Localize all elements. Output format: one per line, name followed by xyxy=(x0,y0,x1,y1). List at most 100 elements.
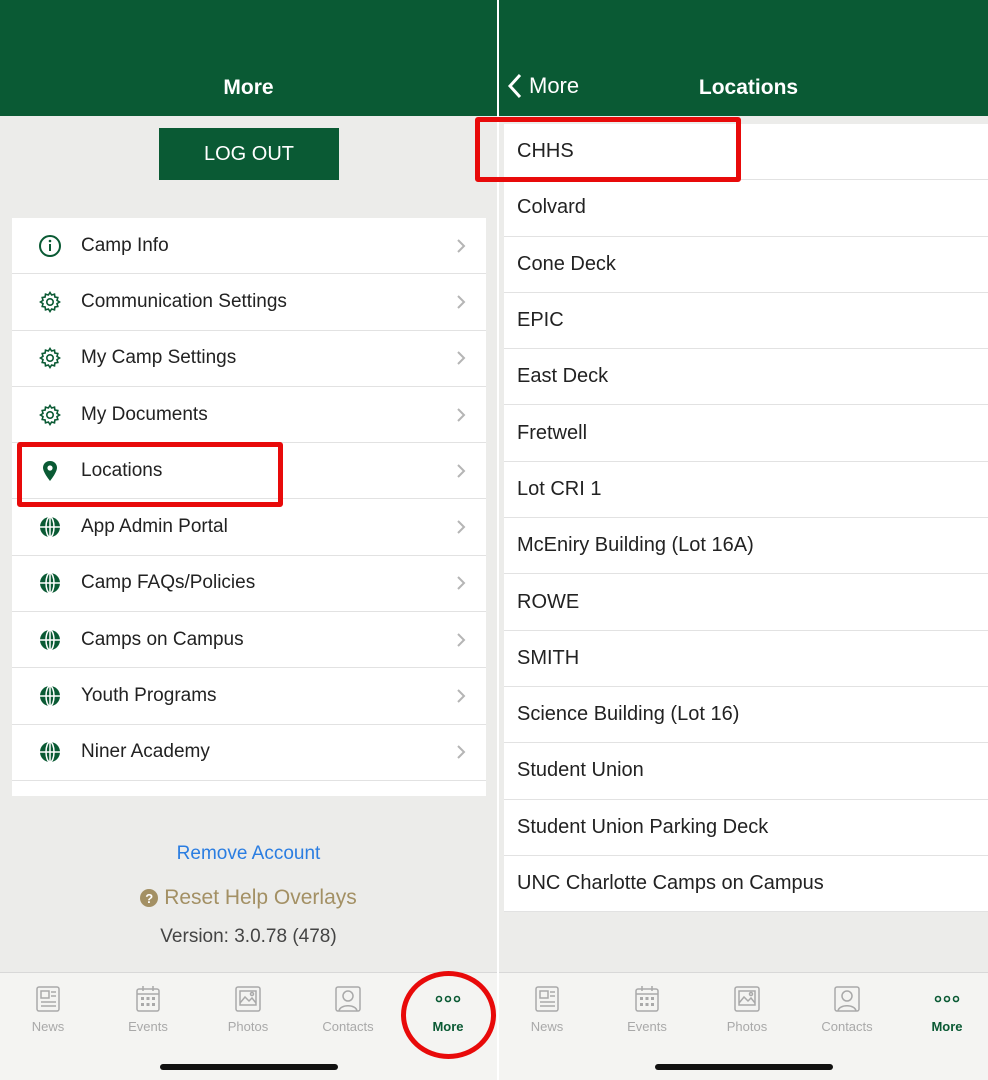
newspaper-icon xyxy=(36,986,60,1012)
location-item[interactable]: Lot CRI 1 xyxy=(504,462,988,519)
menu-item-label: App Admin Portal xyxy=(81,516,228,538)
chevron-right-icon xyxy=(457,351,466,365)
tab-news[interactable]: News xyxy=(3,983,93,1034)
location-item[interactable]: ROWE xyxy=(504,574,988,631)
home-indicator xyxy=(654,1064,833,1070)
menu-item-niner-academy[interactable]: Niner Academy xyxy=(12,725,486,781)
tab-label: Photos xyxy=(726,1019,768,1034)
tab-label: More xyxy=(931,1019,963,1034)
locations-list: CHHS Colvard Cone Deck EPIC East Deck Fr… xyxy=(504,124,988,913)
chevron-right-icon xyxy=(457,633,466,647)
globe-icon xyxy=(36,626,64,654)
info-icon xyxy=(36,232,64,260)
chevron-right-icon xyxy=(457,689,466,703)
contact-icon xyxy=(834,986,860,1012)
tab-photos[interactable]: Photos xyxy=(702,983,792,1034)
menu-item-label: My Camp Settings xyxy=(81,347,237,369)
chevron-right-icon xyxy=(457,520,466,534)
page-title: More xyxy=(223,76,274,99)
location-item[interactable]: Fretwell xyxy=(504,405,988,462)
reset-help-label: Reset Help Overlays xyxy=(164,886,357,909)
location-item[interactable]: EPIC xyxy=(504,293,988,350)
tab-contacts[interactable]: Contacts xyxy=(802,983,892,1034)
tab-contacts[interactable]: Contacts xyxy=(303,983,393,1034)
menu-item-app-admin-portal[interactable]: App Admin Portal xyxy=(12,499,486,556)
location-item[interactable]: Colvard xyxy=(504,180,988,237)
tab-label: News xyxy=(530,1019,564,1034)
contact-icon xyxy=(335,986,361,1012)
tab-more[interactable]: More xyxy=(902,983,988,1034)
menu-item-my-documents[interactable]: My Documents xyxy=(12,387,486,444)
chevron-right-icon xyxy=(457,238,466,253)
page-title: Locations xyxy=(698,76,799,99)
remove-account-link[interactable]: Remove Account xyxy=(0,843,497,865)
logout-button[interactable]: LOG OUT xyxy=(159,128,339,180)
menu-item-label: Camp Info xyxy=(81,234,169,256)
chevron-right-icon xyxy=(457,295,466,309)
chevron-right-icon xyxy=(457,464,466,478)
menu-item-camp-info[interactable]: Camp Info xyxy=(12,218,486,275)
more-dots-icon xyxy=(934,995,960,1003)
location-item[interactable]: SMITH xyxy=(504,631,988,687)
menu-item-label: Niner Academy xyxy=(81,741,210,763)
gear-icon xyxy=(36,288,64,316)
menu-item-label: Locations xyxy=(81,459,163,481)
question-circle-icon: ? xyxy=(140,889,159,907)
version-text: Version: 3.0.78 (478) xyxy=(160,926,337,947)
calendar-icon xyxy=(635,986,659,1012)
menu-item-my-camp-settings[interactable]: My Camp Settings xyxy=(12,331,486,387)
menu-item-label: Communication Settings xyxy=(81,290,287,312)
tab-events[interactable]: Events xyxy=(103,983,193,1034)
tab-label: Events xyxy=(627,1019,667,1034)
tab-news[interactable]: News xyxy=(502,983,592,1034)
tab-label: Photos xyxy=(227,1019,269,1034)
tab-events[interactable]: Events xyxy=(602,983,692,1034)
locations-screen: More Locations CHHS Colvard Cone Deck EP… xyxy=(499,0,988,1080)
menu-item-communication-settings[interactable]: Communication Settings xyxy=(12,274,486,331)
menu-item-locations[interactable]: Locations xyxy=(12,443,486,500)
gear-icon xyxy=(36,344,64,372)
menu-item-label: Camp FAQs/Policies xyxy=(81,572,256,594)
location-item[interactable]: Science Building (Lot 16) xyxy=(504,687,988,744)
tab-label: News xyxy=(31,1019,65,1034)
reset-help-overlays-link[interactable]: ? Reset Help Overlays xyxy=(0,886,497,910)
menu-item-camp-faqs-policies[interactable]: Camp FAQs/Policies xyxy=(12,556,486,613)
calendar-icon xyxy=(136,986,160,1012)
tab-more[interactable]: More xyxy=(403,983,493,1034)
location-item[interactable]: UNC Charlotte Camps on Campus xyxy=(504,856,988,913)
newspaper-icon xyxy=(535,986,559,1012)
location-item[interactable]: Cone Deck xyxy=(504,237,988,293)
more-menu: Camp Info Communication Settings My Camp… xyxy=(12,218,486,796)
more-dots-icon xyxy=(435,995,461,1003)
globe-icon xyxy=(36,738,64,766)
location-item[interactable]: East Deck xyxy=(504,349,988,406)
gear-icon xyxy=(36,401,64,429)
tab-photos[interactable]: Photos xyxy=(203,983,293,1034)
menu-item-camps-on-campus[interactable]: Camps on Campus xyxy=(12,612,486,669)
location-item[interactable]: McEniry Building (Lot 16A) xyxy=(504,518,988,575)
home-indicator xyxy=(159,1064,338,1070)
nav-header: More xyxy=(0,0,497,116)
tab-bar: News Events Photos Contacts More xyxy=(499,972,988,1080)
globe-icon xyxy=(36,513,64,541)
menu-item-label: Youth Programs xyxy=(81,685,217,707)
globe-icon xyxy=(36,682,64,710)
tab-label: Contacts xyxy=(821,1019,873,1034)
tab-bar: News Events Photos Contacts More xyxy=(0,972,497,1080)
photo-icon xyxy=(734,986,760,1012)
location-item[interactable]: CHHS xyxy=(504,124,988,181)
chevron-right-icon xyxy=(457,576,466,591)
location-item[interactable]: Student Union Parking Deck xyxy=(504,800,988,856)
location-pin-icon xyxy=(36,457,64,485)
menu-item-label: Camps on Campus xyxy=(81,628,244,650)
tab-label: More xyxy=(432,1019,464,1034)
chevron-right-icon xyxy=(457,745,466,760)
menu-item-youth-programs[interactable]: Youth Programs xyxy=(12,668,486,725)
location-item[interactable]: Student Union xyxy=(504,743,988,800)
globe-icon xyxy=(36,569,64,597)
more-screen: More LOG OUT Camp Info Communication Set… xyxy=(0,0,497,1080)
nav-header: More Locations xyxy=(499,0,988,116)
tab-label: Contacts xyxy=(322,1019,374,1034)
chevron-right-icon xyxy=(457,407,466,422)
menu-item-label: My Documents xyxy=(81,403,208,425)
